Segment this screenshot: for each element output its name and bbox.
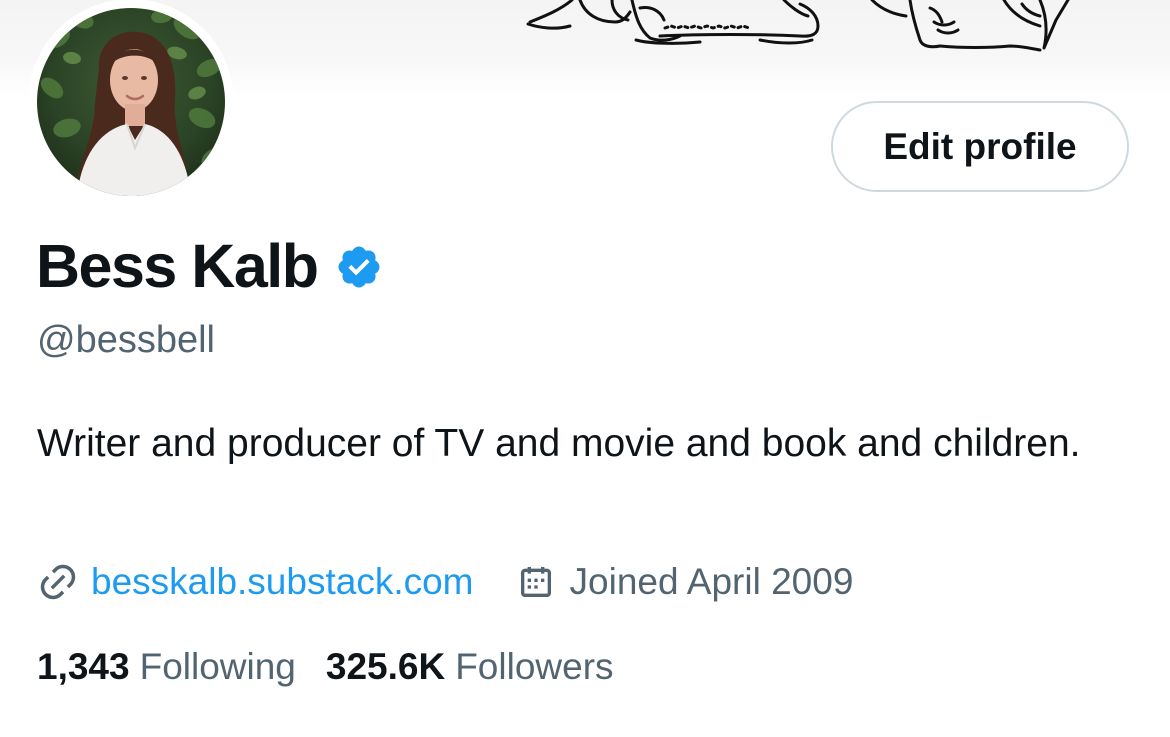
edit-profile-button[interactable]: Edit profile	[831, 101, 1129, 192]
follow-stats: 1,343 Following 325.6K Followers	[37, 643, 614, 691]
name-row: Bess Kalb	[36, 226, 383, 306]
avatar-photo	[37, 8, 225, 196]
profile-bio: Writer and producer of TV and movie and …	[37, 422, 1081, 465]
calendar-icon	[516, 562, 556, 602]
joined-date-text: Joined April 2009	[569, 561, 854, 602]
joined-date: Joined April 2009	[516, 561, 854, 603]
following-label[interactable]: Following	[140, 646, 296, 688]
profile-meta: besskalb.substack.com Joined April 2009	[37, 556, 853, 608]
link-icon	[37, 561, 79, 603]
verified-badge-icon[interactable]	[335, 243, 383, 291]
following-stat[interactable]: 1,343 Following	[37, 646, 296, 688]
avatar[interactable]	[37, 8, 225, 196]
followers-stat[interactable]: 325.6K Followers	[326, 646, 614, 688]
user-handle: @bessbell	[37, 319, 215, 361]
website-link[interactable]: besskalb.substack.com	[37, 561, 474, 603]
followers-label[interactable]: Followers	[455, 646, 613, 688]
website-link-text[interactable]: besskalb.substack.com	[91, 561, 474, 603]
following-count[interactable]: 1,343	[37, 646, 130, 688]
followers-count[interactable]: 325.6K	[326, 646, 445, 688]
display-name: Bess Kalb	[36, 232, 319, 300]
